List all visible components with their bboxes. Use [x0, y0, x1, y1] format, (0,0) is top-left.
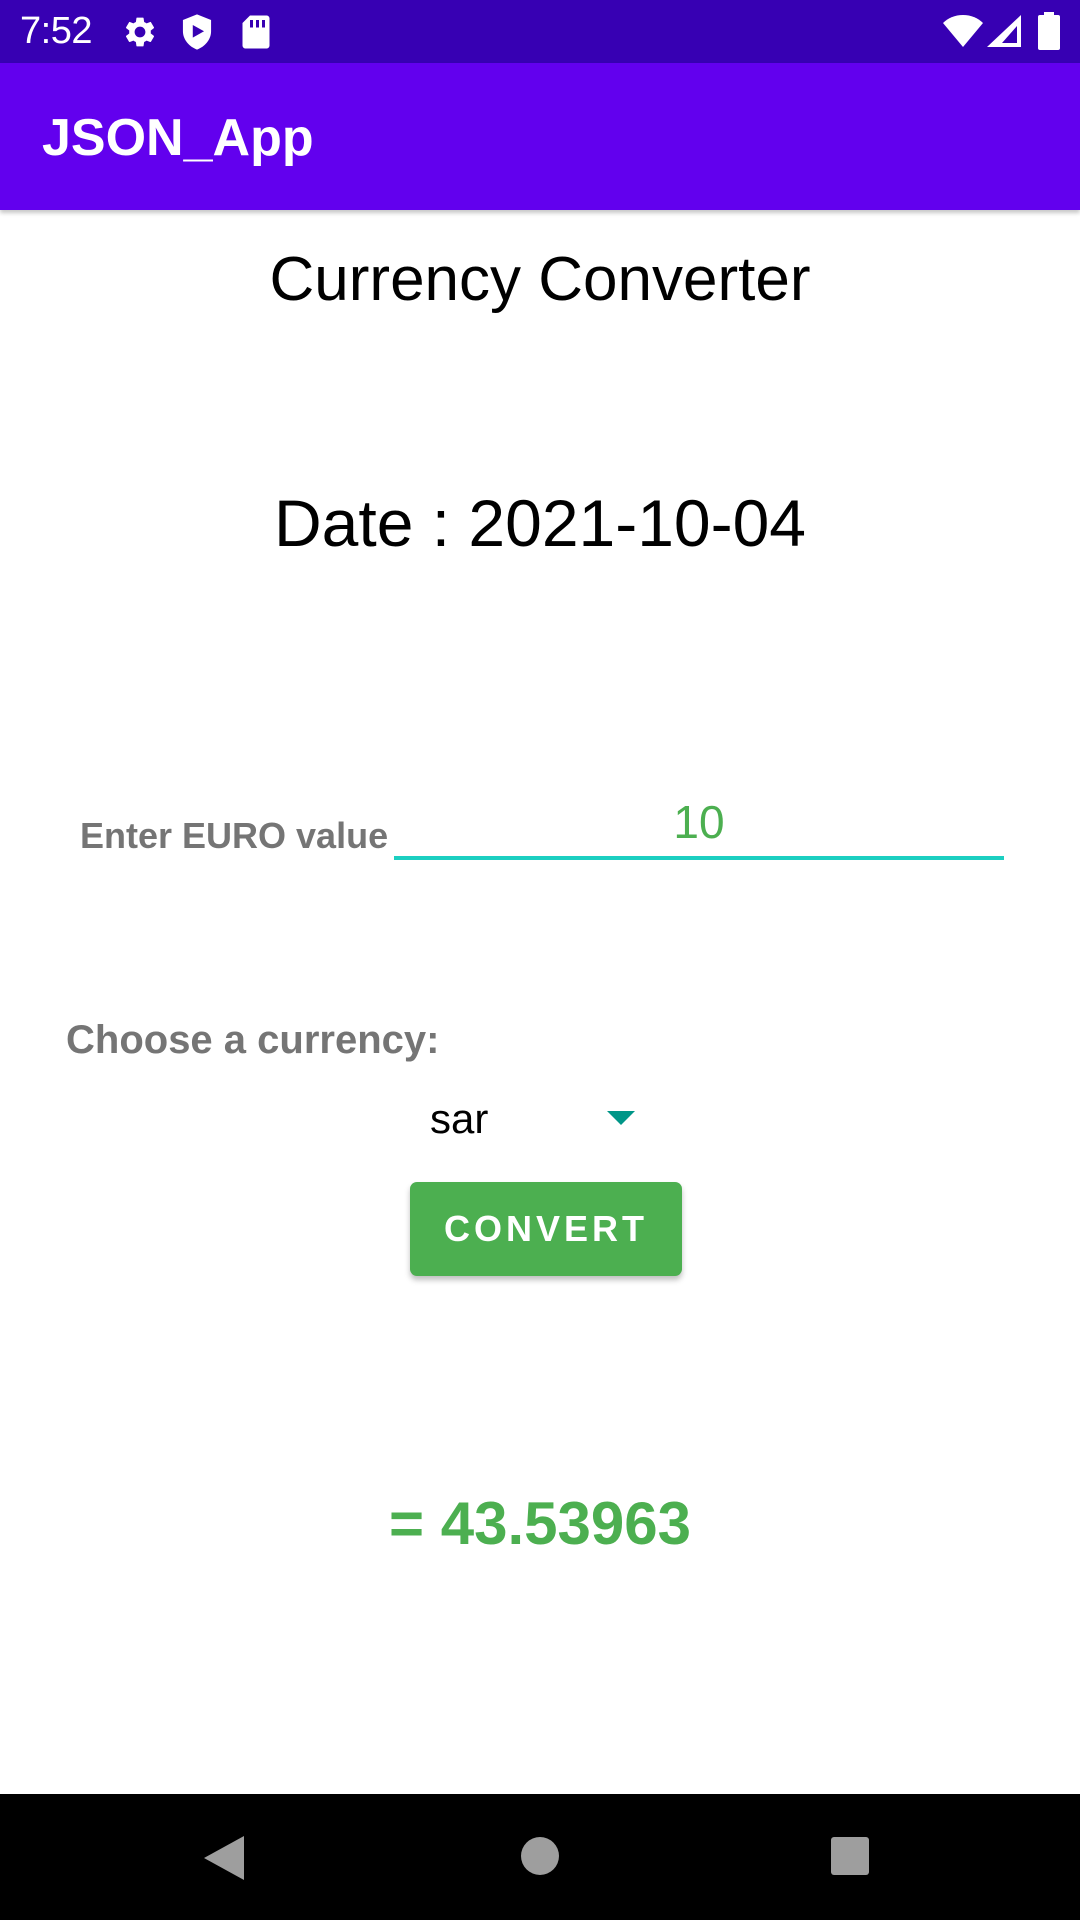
battery-icon: [1038, 12, 1060, 50]
date-label: Date : 2021-10-04: [273, 486, 807, 560]
currency-spinner[interactable]: sar: [410, 1086, 650, 1150]
navigation-bar: [0, 1794, 1080, 1920]
euro-value-input[interactable]: [394, 788, 1004, 860]
shield-icon: [182, 14, 212, 50]
page-title: Currency Converter: [269, 245, 811, 314]
wifi-icon: [943, 15, 983, 47]
convert-button[interactable]: CONVERT: [410, 1182, 682, 1276]
dropdown-arrow-icon: [607, 1111, 635, 1125]
app-title: JSON_App: [42, 109, 314, 167]
app-bar: JSON_App: [0, 63, 1080, 210]
back-icon[interactable]: [202, 1834, 246, 1882]
selected-currency: sar: [430, 1095, 489, 1142]
status-bar: 7:52: [0, 0, 1080, 63]
gear-icon: [125, 17, 155, 47]
euro-value-label: Enter EURO value: [80, 815, 389, 856]
sd-card-icon: [242, 15, 270, 49]
home-icon[interactable]: [520, 1836, 560, 1876]
currency-label: Choose a currency:: [66, 1018, 440, 1062]
status-time: 7:52: [20, 10, 92, 52]
conversion-result: = 43.53963: [389, 1490, 691, 1557]
recents-icon[interactable]: [830, 1836, 870, 1876]
signal-icon: [987, 15, 1021, 47]
